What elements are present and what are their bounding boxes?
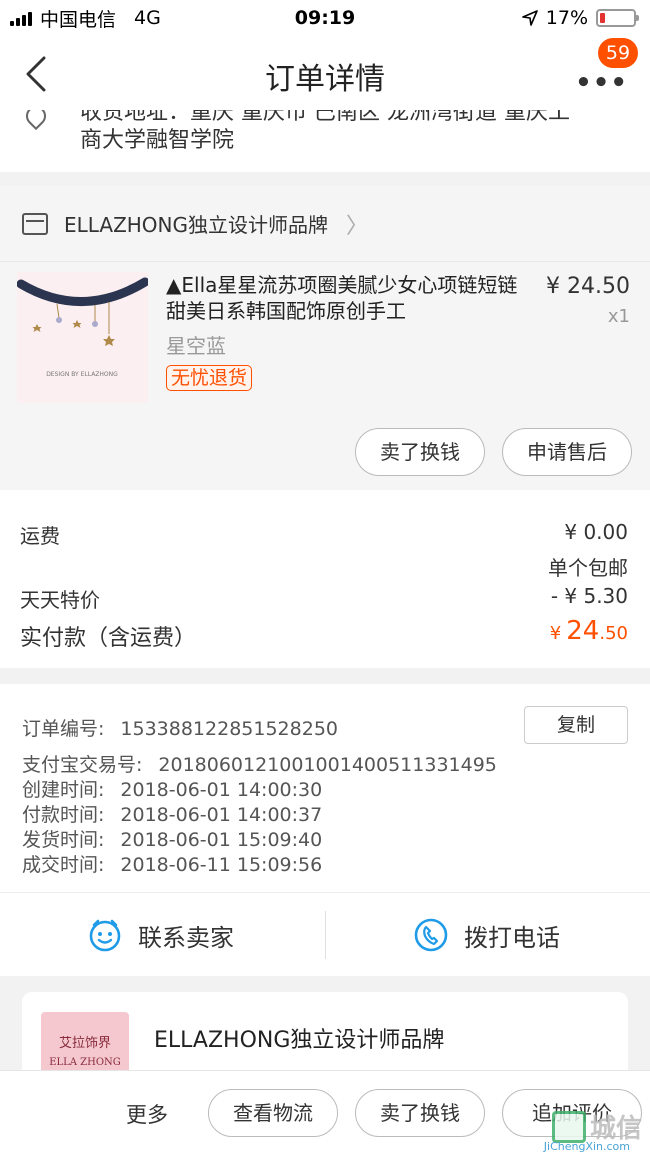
battery-percent: 17% (545, 7, 588, 29)
product-item[interactable]: DESIGN BY ELLAZHONG ▲Ella星星流苏项圈美腻少女心项链短链… (0, 262, 650, 408)
shop-header[interactable]: ELLAZHONG独立设计师品牌 〉 (0, 186, 650, 262)
info-label: 订单编号: (22, 718, 105, 740)
watermark-url: JiChengXin.com (543, 1140, 630, 1153)
product-sku: 星空蓝 (166, 334, 226, 358)
location-pin-icon (21, 110, 51, 131)
order-item-card: ELLAZHONG独立设计师品牌 〉 DESIGN BY ELLAZHONG ▲… (0, 186, 650, 490)
store-icon (22, 212, 48, 235)
phone-icon (414, 918, 448, 952)
shipping-note: 单个包邮 (548, 556, 628, 580)
order-number: 153388122851528250 (120, 718, 338, 740)
location-arrow-icon (521, 10, 538, 26)
total-label: 实付款（含运费） (20, 626, 197, 651)
order-number-row: 订单编号: 153388122851528250 (22, 714, 338, 741)
thumb-caption: DESIGN BY ELLAZHONG (46, 371, 118, 378)
recommended-shop-name[interactable]: ELLAZHONG独立设计师品牌 (154, 1022, 444, 1054)
more-actions-button[interactable]: 更多 (126, 1099, 168, 1129)
shop-name: ELLAZHONG独立设计师品牌 (64, 213, 329, 237)
battery-level-fill (600, 13, 605, 23)
contact-bar: 联系卖家 拨打电话 (0, 892, 650, 976)
product-price: ¥ 24.50 (546, 274, 630, 299)
watermark-logo-icon (551, 1110, 586, 1143)
total-currency: ¥ (549, 623, 562, 644)
info-label: 创建时间: (22, 779, 105, 801)
status-bar: 中国电信 4G 09:19 17% (0, 0, 650, 36)
shipped-time: 2018-06-01 15:09:40 (120, 829, 323, 851)
discount-label: 天天特价 (20, 588, 100, 612)
call-phone-label: 拨打电话 (464, 923, 560, 952)
navigation-bar: 订单详情 ••• 59 (0, 36, 650, 110)
call-phone-button[interactable]: 拨打电话 (414, 893, 560, 977)
discount-row: 天天特价 - ¥ 5.30 (20, 584, 628, 613)
shop-logo-en: ELLA ZHONG (49, 1057, 121, 1068)
info-label: 成交时间: (22, 854, 105, 876)
alipay-trade-row: 支付宝交易号: 2018060121001001400511331495 (22, 750, 497, 777)
discount-value: - ¥ 5.30 (550, 584, 628, 608)
shipping-label: 运费 (20, 524, 60, 548)
chat-face-icon (89, 919, 121, 952)
total-decimal: .50 (599, 623, 628, 644)
paid-time: 2018-06-01 14:00:37 (120, 804, 323, 826)
chevron-right-icon: 〉 (346, 213, 369, 239)
contact-seller-label: 联系卖家 (138, 923, 234, 952)
shipping-value: ¥ 0.00 (564, 520, 628, 544)
alipay-trade-number: 2018060121001001400511331495 (158, 754, 497, 776)
created-time-row: 创建时间: 2018-06-01 14:00:30 (22, 775, 322, 802)
info-label: 付款时间: (22, 804, 105, 826)
sell-item-button[interactable]: 卖了换钱 (355, 428, 485, 476)
address-line-2: 商大学融智学院 (80, 128, 235, 153)
completed-time-row: 成交时间: 2018-06-11 15:09:56 (22, 850, 322, 877)
page-title: 订单详情 (265, 62, 385, 97)
notification-badge: 59 (598, 38, 638, 68)
return-guarantee-tag: 无忧退货 (166, 365, 253, 391)
paid-time-row: 付款时间: 2018-06-01 14:00:37 (22, 800, 322, 827)
copy-button[interactable]: 复制 (524, 706, 628, 744)
order-info-card: 复制 订单编号: 153388122851528250 支付宝交易号: 201806… (0, 684, 650, 892)
more-dots-icon[interactable]: ••• (575, 68, 628, 98)
battery-icon (596, 9, 639, 27)
view-logistics-button[interactable]: 查看物流 (208, 1089, 338, 1137)
shipped-time-row: 发货时间: 2018-06-01 15:09:40 (22, 825, 322, 852)
product-quantity: x1 (607, 306, 630, 327)
payment-summary: 运费 ¥ 0.00 单个包邮 天天特价 - ¥ 5.30 实付款（含运费） ¥ … (0, 490, 650, 668)
total-amount: ¥ 24.50 (550, 616, 628, 646)
after-sale-button[interactable]: 申请售后 (502, 428, 632, 476)
total-integer: 24 (566, 616, 600, 646)
product-image[interactable]: DESIGN BY ELLAZHONG (17, 272, 148, 403)
sell-button[interactable]: 卖了换钱 (355, 1089, 485, 1137)
address-card[interactable]: 收货地址：重庆 重庆市 巴南区 龙洲湾街道 重庆工 商大学融智学院 (0, 110, 650, 172)
divider (325, 911, 326, 959)
info-label: 支付宝交易号: (22, 754, 143, 776)
completed-time: 2018-06-11 15:09:56 (120, 854, 323, 876)
contact-seller-button[interactable]: 联系卖家 (88, 893, 234, 977)
shop-logo-cn: 艾拉饰界 (58, 1036, 111, 1051)
shipping-row: 运费 ¥ 0.00 (20, 520, 628, 549)
created-time: 2018-06-01 14:00:30 (120, 779, 323, 801)
product-title[interactable]: ▲Ella星星流苏项圈美腻少女心项链短链甜美日系韩国配饰原创手工 (166, 272, 526, 324)
info-label: 发货时间: (22, 829, 105, 851)
